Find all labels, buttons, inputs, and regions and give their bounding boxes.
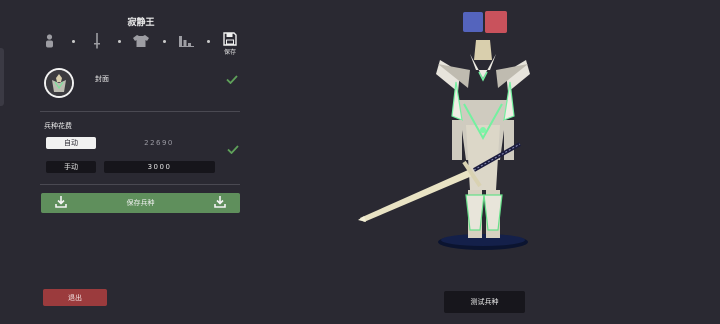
save-unit-button[interactable]: 保存兵种	[41, 193, 240, 213]
step-separator	[163, 40, 166, 43]
cost-label: 兵种花费	[44, 122, 72, 130]
test-unit-button[interactable]: 测试兵种	[444, 291, 525, 313]
save-unit-label: 保存兵种	[126, 199, 155, 207]
step-separator	[72, 40, 75, 43]
download-icon	[214, 196, 226, 208]
cover-row: 封面	[40, 66, 242, 102]
unit-preview-model[interactable]	[340, 30, 550, 260]
step-body[interactable]	[45, 34, 54, 48]
cover-avatar[interactable]	[44, 68, 74, 98]
save-icon	[223, 32, 237, 46]
divider	[40, 111, 240, 112]
team-blue-swatch[interactable]	[463, 12, 483, 32]
editor-steps: 保存	[40, 32, 242, 56]
unit-title: 寂静王	[127, 18, 155, 28]
unit-editor-panel: 寂静王 保存 封面 兵种花费 自动 22690 手动 3000 保存兵种 退出	[40, 0, 242, 324]
stats-icon	[179, 36, 194, 47]
sword-icon	[94, 33, 100, 49]
step-separator	[118, 40, 121, 43]
check-icon	[226, 75, 238, 84]
cover-label: 封面	[95, 75, 109, 83]
auto-cost-toggle[interactable]: 自动	[46, 137, 96, 149]
side-drawer-handle[interactable]	[0, 48, 4, 106]
exit-button[interactable]: 退出	[43, 289, 107, 306]
step-weapon[interactable]	[93, 33, 101, 49]
save-step-label: 保存	[223, 49, 236, 56]
save-step-button[interactable]: 保存	[223, 32, 237, 56]
download-icon	[55, 196, 67, 208]
step-armor[interactable]	[133, 35, 149, 47]
manual-cost-input[interactable]: 3000	[104, 161, 215, 173]
divider	[40, 184, 240, 185]
manual-cost-toggle[interactable]: 手动	[46, 161, 96, 173]
step-separator	[207, 40, 210, 43]
unit-portrait-icon	[46, 70, 72, 96]
auto-cost-value: 22690	[144, 139, 174, 147]
person-icon	[46, 34, 53, 48]
step-stats[interactable]	[179, 34, 194, 47]
armor-icon	[133, 35, 149, 47]
check-icon	[227, 145, 239, 154]
